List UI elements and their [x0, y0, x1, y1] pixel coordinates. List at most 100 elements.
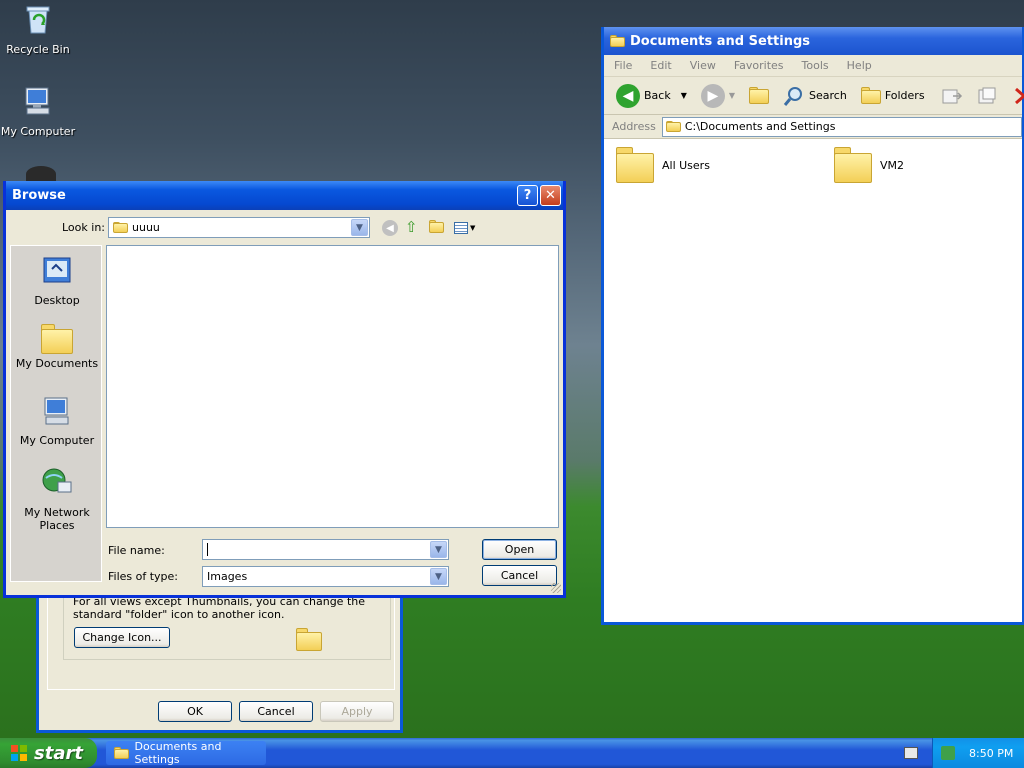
- recycle-bin-icon: [26, 6, 50, 34]
- search-label: Search: [809, 89, 847, 102]
- chevron-down-icon[interactable]: ▼: [681, 91, 687, 100]
- back-icon[interactable]: ◀: [382, 220, 398, 236]
- windows-logo-icon: [11, 745, 27, 761]
- window-title: Documents and Settings: [630, 33, 811, 49]
- cancel-button[interactable]: Cancel: [482, 565, 557, 586]
- help-icon: ?: [523, 188, 532, 203]
- desktop-icon: [43, 257, 71, 283]
- file-list[interactable]: [106, 245, 559, 528]
- desktop-icon-recycle-bin[interactable]: Recycle Bin: [0, 2, 76, 56]
- cancel-button[interactable]: Cancel: [239, 701, 313, 722]
- address-bar: Address C:\Documents and Settings: [604, 115, 1022, 139]
- desktop-icon-label: My Computer: [0, 125, 76, 138]
- chevron-down-icon[interactable]: ▼: [729, 91, 735, 100]
- network-places-icon: [42, 468, 72, 493]
- browse-titlebar[interactable]: Browse: [6, 181, 563, 210]
- chevron-down-icon[interactable]: ▼: [351, 219, 368, 236]
- files-of-type-value: Images: [207, 570, 248, 583]
- chevron-down-icon[interactable]: ▼: [430, 541, 447, 558]
- delete-button[interactable]: [1009, 81, 1024, 111]
- place-label: Desktop: [34, 294, 80, 307]
- up-folder-icon[interactable]: ⇧: [405, 218, 418, 236]
- file-name-input[interactable]: ▼: [202, 539, 449, 560]
- place-my-network-places[interactable]: My Network Places: [11, 466, 103, 532]
- new-folder-icon[interactable]: [429, 220, 444, 236]
- folder-properties-dialog: For all views except Thumbnails, you can…: [36, 590, 403, 733]
- copy-to-button[interactable]: [973, 81, 1003, 111]
- back-button[interactable]: ◀ Back ▼: [612, 81, 691, 111]
- partial-desktop-icon[interactable]: [26, 166, 56, 182]
- resize-grip-icon[interactable]: [551, 583, 561, 593]
- folder-item-label: All Users: [662, 158, 710, 172]
- apply-button[interactable]: Apply: [320, 701, 394, 722]
- files-of-type-label: Files of type:: [108, 570, 179, 583]
- folders-button[interactable]: Folders: [857, 81, 929, 111]
- close-icon: ✕: [545, 188, 556, 203]
- keyboard-icon[interactable]: [904, 747, 918, 759]
- explorer-window: Documents and Settings File Edit View Fa…: [601, 27, 1024, 625]
- start-button[interactable]: start: [0, 738, 97, 768]
- up-folder-button[interactable]: [745, 81, 773, 111]
- taskbar: start Documents and Settings 8:50 PM: [0, 738, 1024, 768]
- menu-edit[interactable]: Edit: [650, 59, 671, 72]
- folder-item-vm2[interactable]: VM2: [834, 147, 904, 183]
- place-desktop[interactable]: Desktop: [11, 254, 103, 307]
- folder-icons-group: For all views except Thumbnails, you can…: [63, 590, 391, 660]
- change-icon-button[interactable]: Change Icon...: [74, 627, 170, 648]
- network-icon[interactable]: [941, 746, 955, 760]
- help-button[interactable]: ?: [517, 185, 538, 206]
- view-menu-icon[interactable]: ▼: [454, 220, 476, 235]
- delete-icon: [1014, 87, 1024, 104]
- taskbar-button-label: Documents and Settings: [134, 740, 222, 766]
- explorer-titlebar[interactable]: Documents and Settings: [604, 27, 1022, 55]
- address-input[interactable]: C:\Documents and Settings: [661, 116, 1022, 137]
- menu-favorites[interactable]: Favorites: [734, 59, 784, 72]
- text-cursor: [207, 543, 208, 556]
- folder-icon: [610, 35, 625, 47]
- place-label: My Network Places: [24, 506, 90, 532]
- up-folder-icon: [749, 86, 770, 105]
- desktop-icon-my-computer[interactable]: My Computer: [0, 84, 76, 138]
- dialog-title: Browse: [12, 188, 66, 203]
- back-arrow-icon: ◀: [616, 83, 640, 108]
- menu-view[interactable]: View: [690, 59, 716, 72]
- folder-preview-icon: [296, 628, 322, 651]
- folder-icon: [113, 221, 128, 234]
- file-name-label: File name:: [108, 544, 165, 557]
- toolbar: ◀ Back ▼ ▶ ▼ Search Folders: [604, 77, 1024, 115]
- customize-tab-panel: For all views except Thumbnails, you can…: [47, 590, 395, 690]
- look-in-select[interactable]: uuuu ▼: [108, 217, 370, 238]
- search-button[interactable]: Search: [779, 81, 851, 111]
- taskbar-button-documents-and-settings[interactable]: Documents and Settings: [106, 740, 266, 766]
- place-my-documents[interactable]: My Documents: [11, 324, 103, 370]
- address-value: C:\Documents and Settings: [684, 120, 836, 133]
- forward-arrow-icon: ▶: [700, 83, 725, 108]
- search-icon: [783, 86, 803, 106]
- my-computer-icon: [44, 397, 69, 425]
- place-my-computer[interactable]: My Computer: [11, 394, 103, 447]
- close-button[interactable]: ✕: [540, 185, 561, 206]
- folder-item-all-users[interactable]: All Users: [616, 147, 710, 183]
- menu-tools[interactable]: Tools: [802, 59, 829, 72]
- ok-button[interactable]: OK: [158, 701, 232, 722]
- folders-icon: [860, 87, 881, 104]
- folders-label: Folders: [884, 89, 925, 102]
- files-of-type-select[interactable]: Images ▼: [202, 566, 449, 587]
- menu-help[interactable]: Help: [847, 59, 872, 72]
- forward-button[interactable]: ▶ ▼: [697, 81, 739, 111]
- folder-icon-description: For all views except Thumbnails, you can…: [73, 595, 365, 621]
- menu-bar: File Edit View Favorites Tools Help: [604, 55, 1022, 77]
- move-to-icon: [942, 89, 962, 103]
- move-to-button[interactable]: [937, 81, 967, 111]
- places-bar: Desktop My Documents My Computer My Netw…: [10, 245, 102, 582]
- chevron-down-icon[interactable]: ▼: [430, 568, 447, 585]
- clock[interactable]: 8:50 PM: [969, 747, 1013, 760]
- system-tray: 8:50 PM: [932, 738, 1024, 768]
- menu-file[interactable]: File: [614, 59, 632, 72]
- my-documents-icon: [41, 324, 73, 354]
- place-label: My Computer: [19, 434, 95, 447]
- place-label: My Documents: [15, 357, 99, 370]
- browse-dialog: Browse ? ✕ Look in: uuuu ▼ ◀ ⇧ ▼ Desktop…: [3, 181, 566, 598]
- open-button[interactable]: Open: [482, 539, 557, 560]
- folder-icon: [114, 747, 129, 759]
